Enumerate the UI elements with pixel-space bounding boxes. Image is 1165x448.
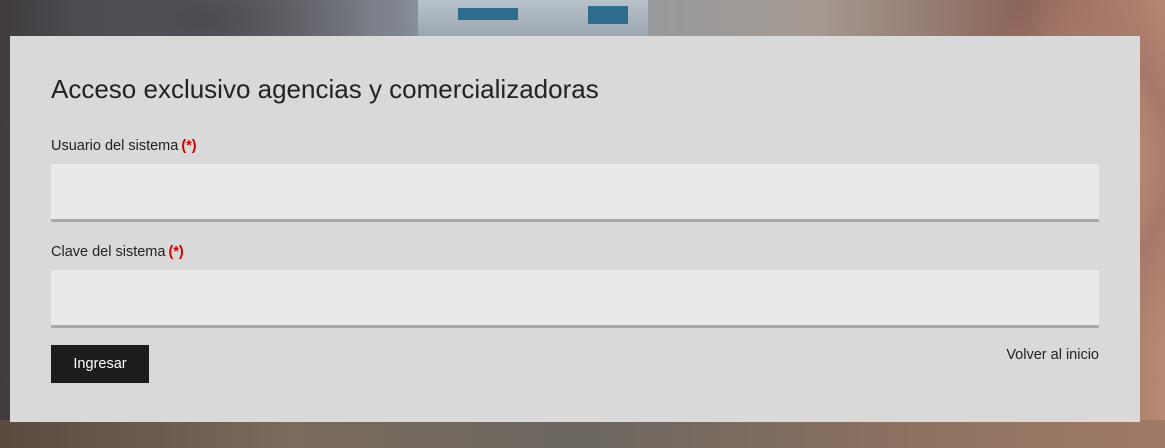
login-title: Acceso exclusivo agencias y comercializa… — [51, 74, 599, 104]
password-input[interactable] — [51, 270, 1099, 328]
required-mark: (*) — [181, 138, 197, 154]
background-castle — [418, 0, 648, 36]
background-castle-roof — [458, 8, 518, 20]
required-mark: (*) — [168, 244, 184, 260]
submit-button[interactable]: Ingresar — [51, 345, 149, 383]
login-panel: Acceso exclusivo agencias y comercializa… — [10, 36, 1140, 422]
password-label-text: Clave del sistema — [51, 244, 166, 260]
password-label: Clave del sistema (*) — [51, 244, 184, 260]
background-castle-roof — [588, 6, 628, 24]
username-label-text: Usuario del sistema — [51, 138, 179, 154]
username-label: Usuario del sistema (*) — [51, 138, 197, 154]
background-crowd — [0, 420, 1165, 448]
back-to-home-link[interactable]: Volver al inicio — [1006, 347, 1099, 363]
username-input[interactable] — [51, 164, 1099, 222]
